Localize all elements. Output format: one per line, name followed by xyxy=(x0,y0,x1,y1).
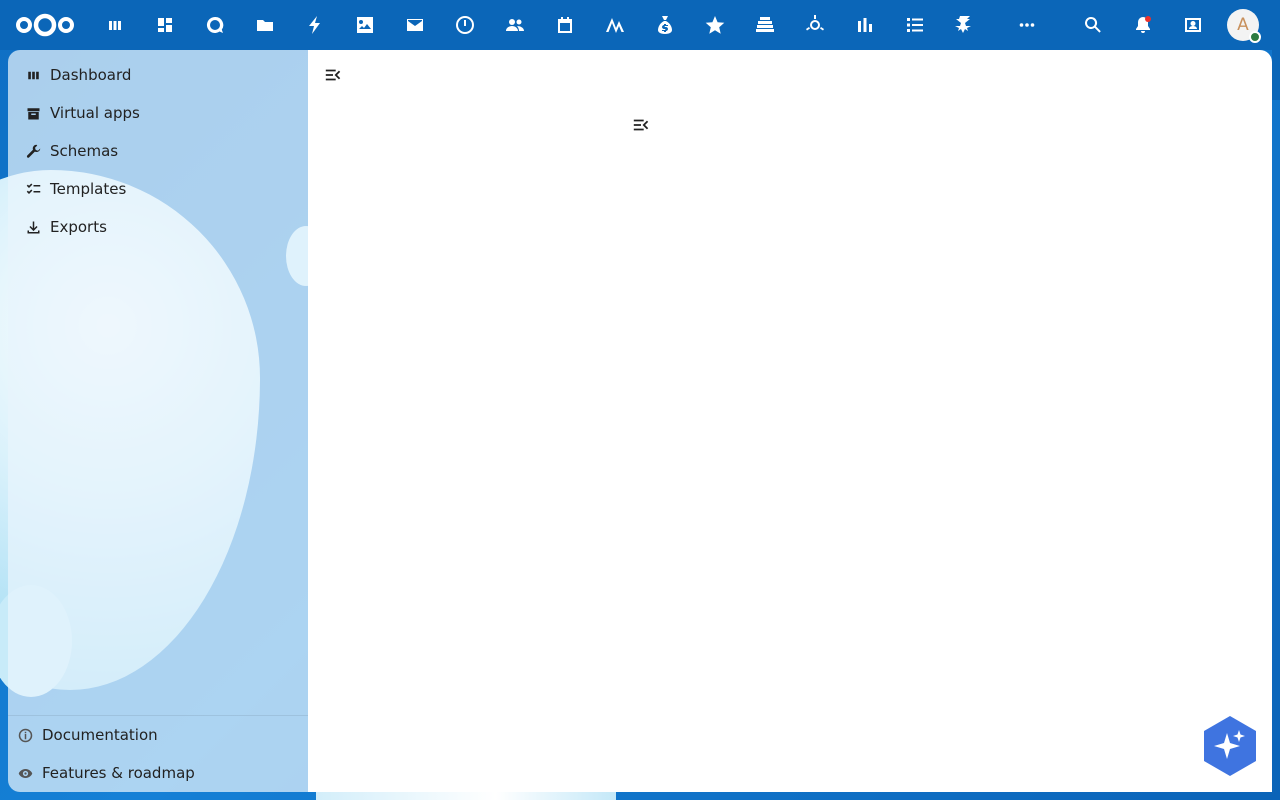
footer-item-label: Features & roadmap xyxy=(42,764,195,782)
chart-icon[interactable] xyxy=(840,0,890,50)
more-icon xyxy=(1019,23,1035,27)
settings-app-icon[interactable] xyxy=(940,0,990,50)
top-bar: A xyxy=(0,0,1280,50)
background-strip xyxy=(316,792,616,800)
navigation-toggle-button[interactable] xyxy=(316,58,350,92)
app-navigation: Dashboard Virtual apps Schemas Templates… xyxy=(8,50,308,792)
checklist-icon xyxy=(24,180,42,198)
sidebar-item-label: Dashboard xyxy=(50,66,132,84)
archive-icon xyxy=(24,104,42,122)
sidebar-item-label: Schemas xyxy=(50,142,119,160)
talk-icon[interactable] xyxy=(190,0,240,50)
app-content xyxy=(308,50,1272,792)
eye-icon xyxy=(16,764,34,782)
money-bag-icon[interactable] xyxy=(640,0,690,50)
avatar-letter: A xyxy=(1237,15,1249,35)
documentation-link[interactable]: Documentation xyxy=(8,716,308,754)
mail-icon[interactable] xyxy=(390,0,440,50)
assistant-button[interactable] xyxy=(1204,716,1256,776)
sidebar-item-label: Virtual apps xyxy=(50,104,140,122)
sidebar-toggle-button[interactable] xyxy=(624,108,658,142)
clock-icon[interactable] xyxy=(440,0,490,50)
dashboard-icon xyxy=(24,66,42,84)
contacts-menu-button[interactable] xyxy=(1168,0,1218,50)
analytics-icon[interactable] xyxy=(590,0,640,50)
sidebar-item-label: Exports xyxy=(50,218,107,236)
menu-collapse-icon xyxy=(633,119,649,131)
header-actions: A xyxy=(1002,0,1280,50)
contact-card-icon xyxy=(1185,18,1201,32)
tasks-icon[interactable] xyxy=(890,0,940,50)
sidebar-item-exports[interactable]: Exports xyxy=(8,208,308,246)
photos-icon[interactable] xyxy=(340,0,390,50)
more-apps-button[interactable] xyxy=(1002,0,1052,50)
integration-icon[interactable] xyxy=(790,0,840,50)
apps-grid-icon[interactable] xyxy=(140,0,190,50)
online-status-indicator xyxy=(1249,31,1261,43)
nextcloud-logo-icon xyxy=(16,13,74,37)
search-button[interactable] xyxy=(1068,0,1118,50)
wrench-icon xyxy=(24,142,42,160)
menu-collapse-icon xyxy=(325,69,341,81)
sidebar-item-label: Templates xyxy=(50,180,127,198)
notifications-button[interactable] xyxy=(1118,0,1168,50)
frame-edge xyxy=(1272,50,1280,100)
notification-dot xyxy=(1145,16,1151,22)
app-menu xyxy=(90,0,990,50)
nav-list: Dashboard Virtual apps Schemas Templates… xyxy=(8,50,308,246)
sidebar-item-templates[interactable]: Templates xyxy=(8,170,308,208)
footer-item-label: Documentation xyxy=(42,726,158,744)
sidebar-item-schemas[interactable]: Schemas xyxy=(8,132,308,170)
files-icon[interactable] xyxy=(240,0,290,50)
sidebar-footer: Documentation Features & roadmap xyxy=(8,715,308,792)
info-icon xyxy=(16,726,34,744)
favorites-icon[interactable] xyxy=(690,0,740,50)
calendar-icon[interactable] xyxy=(540,0,590,50)
download-icon xyxy=(24,218,42,236)
sparkle-icon xyxy=(1204,716,1256,776)
user-avatar[interactable]: A xyxy=(1227,9,1261,43)
dashboard-app-icon[interactable] xyxy=(90,0,140,50)
sidebar-item-dashboard[interactable]: Dashboard xyxy=(8,56,308,94)
search-icon xyxy=(1085,16,1101,33)
nextcloud-logo[interactable] xyxy=(0,0,90,50)
contacts-icon[interactable] xyxy=(490,0,540,50)
sidebar-item-virtual-apps[interactable]: Virtual apps xyxy=(8,94,308,132)
features-roadmap-link[interactable]: Features & roadmap xyxy=(8,754,308,792)
activity-icon[interactable] xyxy=(290,0,340,50)
deck-icon[interactable] xyxy=(740,0,790,50)
